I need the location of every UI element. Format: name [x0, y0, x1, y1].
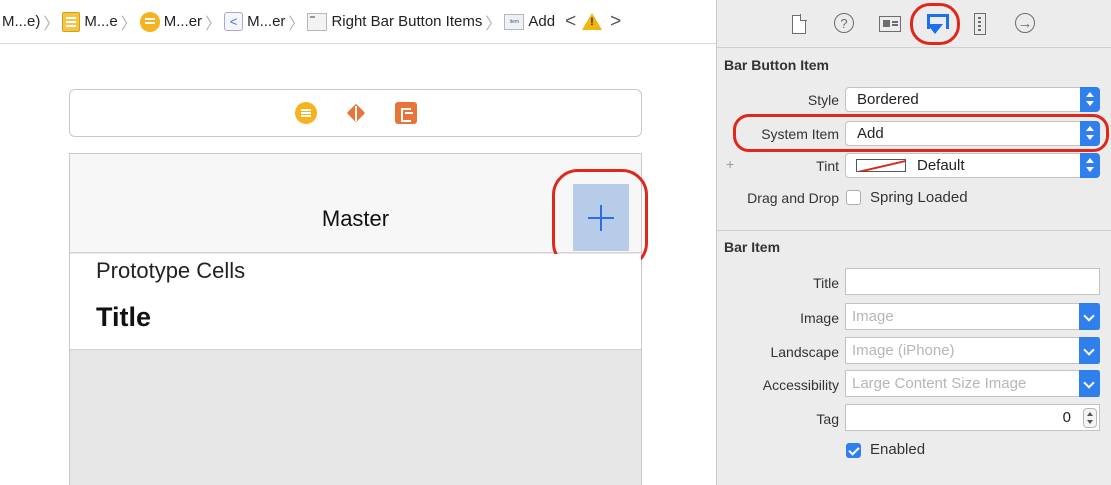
jump-bar: M...e) 〉 M...e 〉 M...er 〉 < M...er 〉 Rig… [0, 0, 716, 44]
color-swatch-icon [856, 159, 906, 172]
crumb-label: M...er [247, 13, 286, 30]
chevron-down-icon [1079, 303, 1100, 330]
crumb-storyboard[interactable]: M...e) [2, 13, 40, 30]
chevron-right-icon: 〉 [43, 15, 60, 33]
prototype-cells-label: Prototype Cells [96, 258, 246, 283]
crumb-right-bar-button-items[interactable]: Right Bar Button Items [307, 12, 483, 31]
chevron-right-icon: 〉 [205, 15, 222, 33]
size-inspector-tab[interactable] [969, 13, 991, 35]
chevron-down-icon [1079, 337, 1100, 364]
image-combo[interactable]: Image [845, 303, 1100, 330]
identity-inspector-tab[interactable] [879, 13, 901, 35]
warning-icon[interactable]: ! [582, 13, 603, 30]
view-controller-icon [139, 11, 160, 32]
inspector-tabs: ? → [717, 0, 1111, 48]
chevron-right-icon: 〉 [120, 15, 137, 33]
style-value: Bordered [857, 91, 919, 108]
landscape-combo[interactable]: Image (iPhone) [845, 337, 1100, 364]
help-icon: ? [840, 15, 848, 31]
section-divider [717, 230, 1111, 231]
crumb-add[interactable]: item Add [504, 13, 555, 30]
scene-dock [69, 89, 642, 137]
identity-card-icon [879, 16, 901, 32]
cell-title: Title [96, 302, 152, 332]
first-responder-icon[interactable] [345, 102, 367, 124]
file-icon [792, 13, 807, 34]
crumb-label: M...er [163, 13, 203, 30]
crumb-master-scene[interactable]: M...e [62, 11, 118, 32]
inspector-pane: ? → Bar Button Item Style Bordered Syste… [717, 0, 1111, 485]
accessibility-placeholder: Large Content Size Image [852, 375, 1027, 392]
landscape-label: Landscape [770, 344, 839, 360]
exit-icon[interactable] [394, 102, 417, 124]
crumb-label: Right Bar Button Items [331, 13, 483, 30]
popup-arrows-icon [1080, 153, 1100, 178]
navigation-item-icon: < [224, 12, 244, 31]
tag-label: Tag [816, 411, 839, 427]
style-popup[interactable]: Bordered [845, 87, 1100, 112]
crumb-label: M...e [84, 13, 118, 30]
popup-arrows-icon [1080, 87, 1100, 112]
section-header-bar-button-item: Bar Button Item [724, 57, 829, 73]
master-scene: Master Prototype Cells Title [69, 153, 648, 485]
navigation-bar[interactable]: Master [70, 154, 648, 269]
chevron-right-icon: 〉 [288, 15, 305, 33]
crumb-master-controller[interactable]: M...er [139, 11, 203, 32]
accessibility-label: Accessibility [762, 377, 839, 393]
connections-inspector-tab[interactable]: → [1015, 13, 1035, 33]
spring-loaded-checkbox[interactable] [846, 190, 861, 205]
view-controller-icon[interactable] [294, 102, 317, 124]
enabled-label: Enabled [870, 441, 926, 458]
highlight-ring [910, 3, 960, 45]
tint-value: Default [917, 157, 965, 174]
title-label: Title [813, 275, 839, 291]
section-header-bar-item: Bar Item [724, 239, 781, 255]
crumb-label: M...e) [2, 13, 41, 30]
table-row[interactable]: Title [70, 290, 641, 350]
tint-popup[interactable]: Default [845, 153, 1100, 178]
storyboard-editor: M...e) 〉 M...e 〉 M...er 〉 < M...er 〉 Rig… [0, 0, 716, 485]
spring-loaded-label: Spring Loaded [870, 189, 968, 206]
ruler-icon [974, 13, 986, 35]
tag-stepper[interactable] [1083, 408, 1097, 428]
accessibility-combo[interactable]: Large Content Size Image [845, 370, 1100, 397]
chevron-right-icon: 〉 [485, 15, 502, 33]
crumb-label: Add [528, 13, 556, 30]
previous-issue-button[interactable]: < [565, 11, 576, 33]
landscape-placeholder: Image (iPhone) [852, 342, 955, 359]
title-field[interactable] [845, 268, 1100, 295]
bar-button-item-icon: item [504, 13, 525, 30]
quick-help-tab[interactable]: ? [834, 13, 854, 33]
image-label: Image [800, 310, 839, 326]
tag-value: 0 [1062, 409, 1071, 426]
highlight-ring [733, 114, 1109, 152]
drag-drop-label: Drag and Drop [747, 190, 839, 206]
style-label: Style [807, 92, 839, 108]
tag-field[interactable]: 0 [845, 404, 1100, 431]
next-issue-button[interactable]: > [610, 11, 621, 33]
image-placeholder: Image [852, 308, 894, 325]
tint-label: Tint [816, 158, 839, 174]
bar-items-icon [307, 12, 328, 31]
file-inspector-tab[interactable] [788, 13, 810, 35]
scene-icon [62, 11, 81, 32]
crumb-navigation-item[interactable]: < M...er [224, 12, 285, 31]
enabled-checkbox[interactable] [846, 443, 861, 458]
arrow-right-circle-icon: → [1017, 14, 1033, 32]
chevron-down-icon [1079, 370, 1100, 397]
add-variation-icon[interactable]: + [726, 156, 734, 172]
